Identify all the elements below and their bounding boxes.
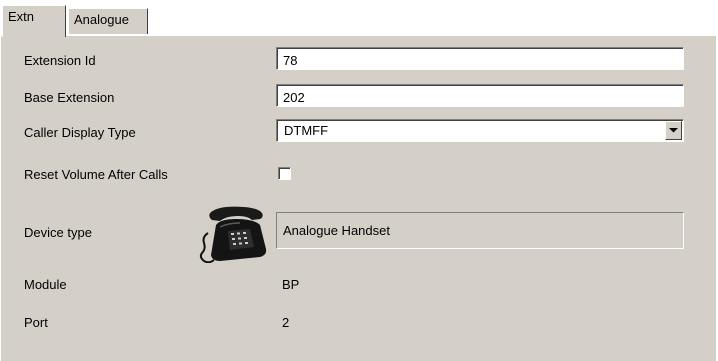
base-extension-label: Base Extension	[24, 90, 115, 105]
reset-volume-checkbox[interactable]	[278, 167, 291, 180]
device-type-label: Device type	[24, 225, 92, 240]
chevron-down-icon	[669, 128, 678, 133]
dropdown-button[interactable]	[665, 121, 682, 140]
caller-display-type-label: Caller Display Type	[24, 125, 136, 140]
telephone-icon	[199, 206, 267, 263]
base-extension-input[interactable]	[276, 84, 684, 107]
extension-id-label: Extension Id	[24, 53, 96, 68]
device-type-value: Analogue Handset	[283, 223, 390, 238]
port-label: Port	[24, 315, 48, 330]
caller-display-type-select[interactable]: DTMFF	[276, 119, 684, 142]
caller-display-type-value: DTMFF	[284, 123, 329, 138]
device-type-field: Analogue Handset	[276, 212, 684, 249]
reset-volume-label: Reset Volume After Calls	[24, 167, 168, 182]
extension-id-input[interactable]	[276, 47, 684, 70]
module-label: Module	[24, 277, 67, 292]
module-value: BP	[282, 277, 300, 292]
port-value: 2	[282, 315, 290, 330]
